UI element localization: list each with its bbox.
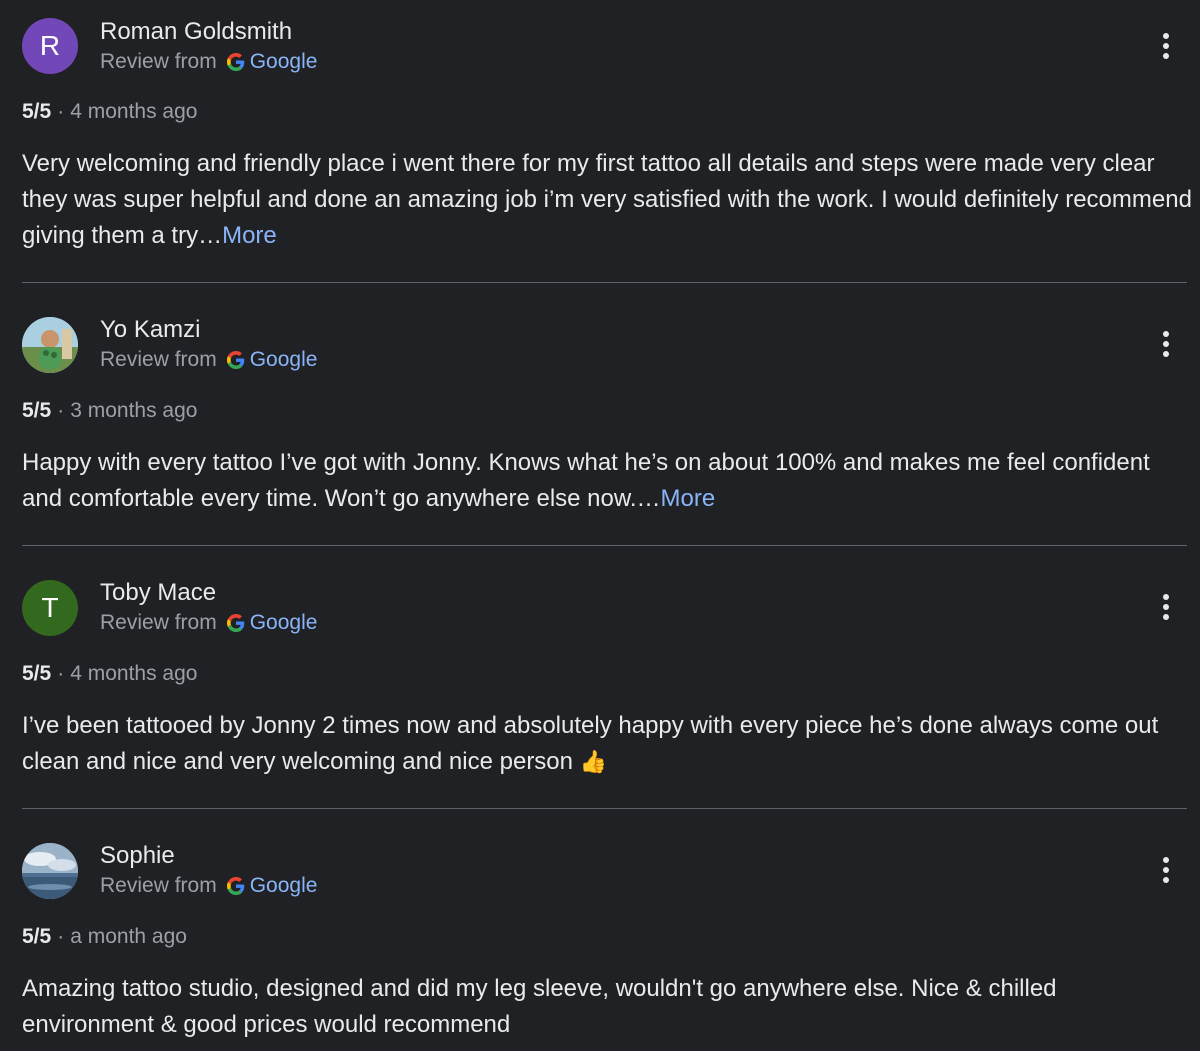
rating: 5/5 xyxy=(22,399,52,422)
more-vert-icon xyxy=(1163,33,1169,39)
thumbs-up-icon: 👍 xyxy=(579,749,608,774)
review-meta: 5/5 · 3 months ago xyxy=(22,398,197,424)
review-time: a month ago xyxy=(70,925,187,948)
avatar[interactable] xyxy=(22,843,78,899)
review-time: 4 months ago xyxy=(70,662,198,685)
review-source: Review from Google xyxy=(100,610,317,636)
more-vert-icon xyxy=(1163,594,1169,600)
divider xyxy=(22,545,1187,546)
review-meta: 5/5 · 4 months ago xyxy=(22,99,197,125)
source-prefix: Review from xyxy=(100,874,217,897)
review-body: Amazing tattoo studio, designed and did … xyxy=(22,975,1057,1038)
review-text: Amazing tattoo studio, designed and did … xyxy=(22,971,1192,1043)
photo-avatar-icon xyxy=(22,317,78,373)
source-prefix: Review from xyxy=(100,611,217,634)
avatar[interactable] xyxy=(22,317,78,373)
more-options-button[interactable] xyxy=(1150,850,1182,890)
google-g-icon xyxy=(226,53,244,71)
review-body: Very welcoming and friendly place i went… xyxy=(22,150,1192,249)
avatar-letter: T xyxy=(41,592,59,623)
review-time: 3 months ago xyxy=(70,399,198,422)
more-options-button[interactable] xyxy=(1150,587,1182,627)
more-link[interactable]: More xyxy=(661,485,716,512)
avatar[interactable]: R xyxy=(22,18,78,74)
rating: 5/5 xyxy=(22,100,52,123)
more-vert-icon xyxy=(1163,331,1169,337)
review-text: Very welcoming and friendly place i went… xyxy=(22,146,1192,254)
source-name: Google xyxy=(249,874,318,897)
review-meta: 5/5 · 4 months ago xyxy=(22,661,197,687)
google-g-icon xyxy=(226,614,244,632)
avatar[interactable]: T xyxy=(22,580,78,636)
separator: · xyxy=(57,399,65,422)
review-text: I’ve been tattooed by Jonny 2 times now … xyxy=(22,708,1192,780)
separator: · xyxy=(57,100,65,123)
rating: 5/5 xyxy=(22,925,52,948)
google-g-icon xyxy=(226,877,244,895)
review-text: Happy with every tattoo I’ve got with Jo… xyxy=(22,445,1192,517)
more-options-button[interactable] xyxy=(1150,324,1182,364)
review-source: Review from Google xyxy=(100,49,317,75)
separator: · xyxy=(57,662,65,685)
review-source: Review from Google xyxy=(100,873,317,899)
avatar-letter: R xyxy=(39,30,61,61)
reviewer-name[interactable]: Toby Mace xyxy=(100,579,216,607)
source-name: Google xyxy=(249,348,318,371)
reviewer-name[interactable]: Roman Goldsmith xyxy=(100,18,292,46)
review-time: 4 months ago xyxy=(70,100,198,123)
more-vert-icon xyxy=(1163,857,1169,863)
source-prefix: Review from xyxy=(100,348,217,371)
source-prefix: Review from xyxy=(100,50,217,73)
review-body: Happy with every tattoo I’ve got with Jo… xyxy=(22,449,1150,512)
more-link[interactable]: More xyxy=(222,222,277,249)
source-name: Google xyxy=(249,611,318,634)
more-options-button[interactable] xyxy=(1150,26,1182,66)
google-g-icon xyxy=(226,351,244,369)
reviewer-name[interactable]: Yo Kamzi xyxy=(100,316,201,344)
source-name: Google xyxy=(249,50,318,73)
review-source: Review from Google xyxy=(100,347,317,373)
review-meta: 5/5 · a month ago xyxy=(22,924,187,950)
sky-photo-avatar-icon xyxy=(22,843,78,899)
separator: · xyxy=(57,925,65,948)
divider xyxy=(22,282,1187,283)
rating: 5/5 xyxy=(22,662,52,685)
reviewer-name[interactable]: Sophie xyxy=(100,842,175,870)
divider xyxy=(22,808,1187,809)
